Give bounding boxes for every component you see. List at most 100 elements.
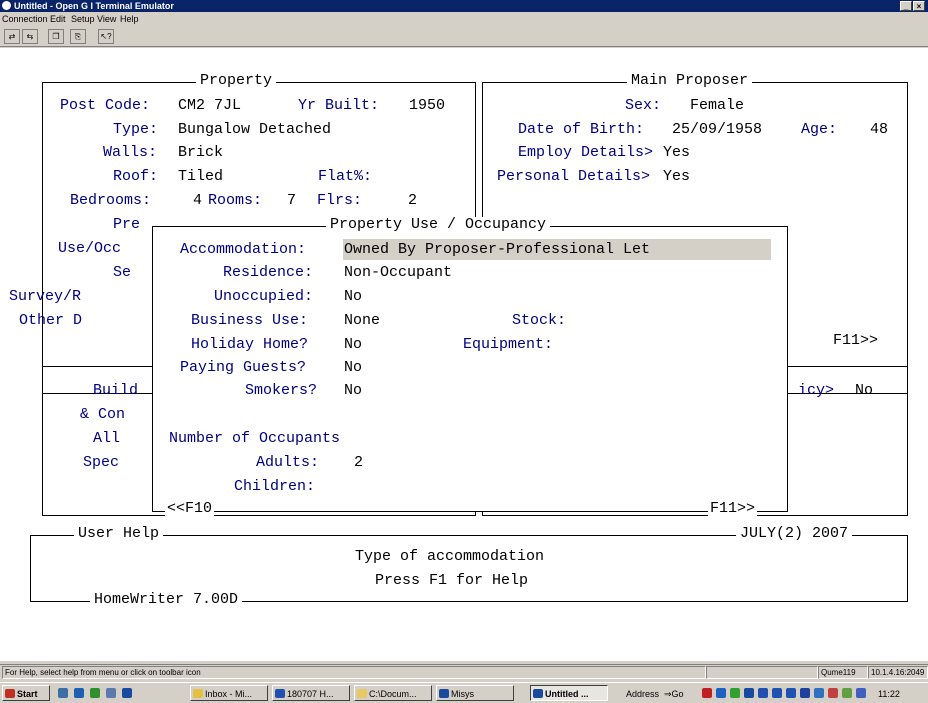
tray-icon-6[interactable] bbox=[772, 688, 782, 698]
menu-help[interactable]: Help bbox=[120, 12, 139, 26]
sex-label: Sex: bbox=[625, 97, 662, 114]
tray-icon-10[interactable] bbox=[842, 688, 852, 698]
accommodation-label: Accommodation: bbox=[180, 241, 307, 258]
quicklaunch-icon[interactable] bbox=[106, 688, 116, 698]
outlook-icon[interactable] bbox=[90, 688, 100, 698]
help-line-2: Press F1 for Help bbox=[375, 572, 529, 589]
type-value: Bungalow Detached bbox=[178, 121, 332, 138]
holiday-home-label: Holiday Home? bbox=[191, 336, 309, 353]
start-button[interactable]: Start bbox=[2, 685, 50, 701]
prev-f10-key[interactable]: <<F10 bbox=[165, 501, 215, 517]
terminal-screen[interactable]: Property Main Proposer Post Code: CM2 7J… bbox=[0, 48, 928, 661]
minimize-button[interactable]: _ bbox=[900, 1, 912, 11]
task-inbox[interactable]: Inbox - Mi... bbox=[190, 685, 268, 701]
task-misys[interactable]: Misys bbox=[436, 685, 514, 701]
mail-icon[interactable] bbox=[856, 688, 866, 698]
personal-details-value: Yes bbox=[663, 168, 691, 185]
main-proposer-title: Main Proposer bbox=[627, 73, 753, 89]
roof-label: Roof: bbox=[113, 168, 159, 185]
residence-input[interactable]: Non-Occupant bbox=[344, 264, 452, 282]
icy-value: No bbox=[855, 382, 874, 399]
status-empty-cell bbox=[706, 666, 818, 679]
smokers-input[interactable]: No bbox=[344, 382, 362, 400]
user-help-title: User Help bbox=[74, 526, 164, 542]
tray-icon-8[interactable] bbox=[814, 688, 824, 698]
adults-input[interactable]: 2 bbox=[354, 454, 363, 472]
connect-icon[interactable]: ⇄ bbox=[4, 29, 20, 44]
status-terminal-type: Qume119 bbox=[818, 666, 868, 679]
age-label: Age: bbox=[801, 121, 838, 138]
windows-logo-icon bbox=[5, 689, 15, 698]
folder-icon bbox=[357, 689, 367, 698]
tray-icon-1[interactable] bbox=[702, 688, 712, 698]
task-untitled-label: Untitled ... bbox=[545, 689, 589, 699]
employ-details-link[interactable]: Employ Details> bbox=[518, 144, 653, 162]
walls-value: Brick bbox=[178, 144, 224, 161]
show-desktop-icon[interactable] bbox=[58, 688, 68, 698]
terminal-quicklaunch-icon[interactable] bbox=[122, 688, 132, 698]
tray-icon-9[interactable] bbox=[828, 688, 838, 698]
all-label: All bbox=[93, 430, 121, 447]
menu-edit[interactable]: Edit bbox=[50, 12, 66, 26]
paste-icon[interactable]: ⎘ bbox=[70, 29, 86, 44]
holiday-home-input[interactable]: No bbox=[344, 336, 362, 354]
menu-connection[interactable]: Connection bbox=[2, 12, 48, 26]
menu-setup[interactable]: Setup bbox=[71, 12, 95, 26]
yr-built-value: 1950 bbox=[409, 97, 446, 114]
task-document[interactable]: 180707 H... bbox=[272, 685, 350, 701]
copy-icon[interactable]: ❐ bbox=[48, 29, 64, 44]
other-label: Other D bbox=[19, 312, 83, 329]
rooms-value: 7 bbox=[287, 192, 297, 209]
next-f11-key[interactable]: F11>> bbox=[708, 501, 758, 517]
tray-icon-7[interactable] bbox=[786, 688, 796, 698]
terminal-task-icon bbox=[533, 689, 543, 698]
employ-details-value: Yes bbox=[663, 144, 691, 161]
go-label: Go bbox=[671, 689, 684, 699]
task-inbox-label: Inbox - Mi... bbox=[205, 689, 253, 699]
status-address: 10.1.4.16:2049 bbox=[868, 666, 928, 679]
paying-guests-input[interactable]: No bbox=[344, 359, 362, 377]
type-label: Type: bbox=[113, 121, 159, 138]
status-bar: For Help, select help from menu or click… bbox=[0, 664, 928, 679]
spec-label: Spec bbox=[83, 454, 120, 471]
task-untitled-active[interactable]: Untitled ... bbox=[530, 685, 608, 701]
tray-icon-2[interactable] bbox=[716, 688, 726, 698]
address-go-button[interactable]: ⇒Go bbox=[664, 687, 684, 701]
sex-value: Female bbox=[690, 97, 745, 114]
personal-details-link[interactable]: Personal Details> bbox=[497, 168, 650, 186]
business-use-input[interactable]: None bbox=[344, 312, 380, 330]
children-label: Children: bbox=[234, 478, 316, 495]
help-line-1: Type of accommodation bbox=[355, 548, 545, 565]
status-message: For Help, select help from menu or click… bbox=[2, 666, 706, 679]
tray-icon-4[interactable] bbox=[744, 688, 754, 698]
clock: 11:22 bbox=[878, 689, 900, 699]
post-code-label: Post Code: bbox=[60, 97, 151, 114]
post-code-value: CM2 7JL bbox=[178, 97, 242, 114]
flat-label: Flat%: bbox=[318, 168, 373, 185]
proposer-f11-key[interactable]: F11>> bbox=[831, 333, 881, 349]
walls-label: Walls: bbox=[103, 144, 158, 161]
language-icon[interactable] bbox=[800, 688, 810, 698]
close-button[interactable]: × bbox=[913, 1, 925, 11]
unoccupied-input[interactable]: No bbox=[344, 288, 362, 306]
tray-icon-5[interactable] bbox=[758, 688, 768, 698]
pre-label: Pre bbox=[113, 216, 141, 233]
menu-bar: Connection Edit Setup View Help bbox=[0, 12, 928, 26]
taskbar: Start Inbox - Mi... 180707 H... C:\Docum… bbox=[0, 682, 928, 703]
residence-label: Residence: bbox=[223, 264, 314, 281]
task-explorer-label: C:\Docum... bbox=[369, 689, 417, 699]
menu-view[interactable]: View bbox=[97, 12, 116, 26]
yr-built-label: Yr Built: bbox=[298, 97, 380, 114]
accommodation-input[interactable]: Owned By Proposer-Professional Let bbox=[344, 241, 650, 259]
disconnect-icon[interactable]: ⇆ bbox=[22, 29, 38, 44]
con-label: & Con bbox=[80, 406, 126, 423]
internet-explorer-icon[interactable] bbox=[74, 688, 84, 698]
task-explorer[interactable]: C:\Docum... bbox=[354, 685, 432, 701]
smokers-label: Smokers? bbox=[245, 382, 318, 399]
stock-label: Stock: bbox=[512, 312, 567, 329]
tray-icon-3[interactable] bbox=[730, 688, 740, 698]
icy-link[interactable]: icy> bbox=[798, 382, 834, 400]
occupancy-title: Property Use / Occupancy bbox=[326, 217, 551, 233]
app-icon bbox=[2, 1, 11, 10]
help-pointer-icon[interactable]: ↖? bbox=[98, 29, 114, 44]
